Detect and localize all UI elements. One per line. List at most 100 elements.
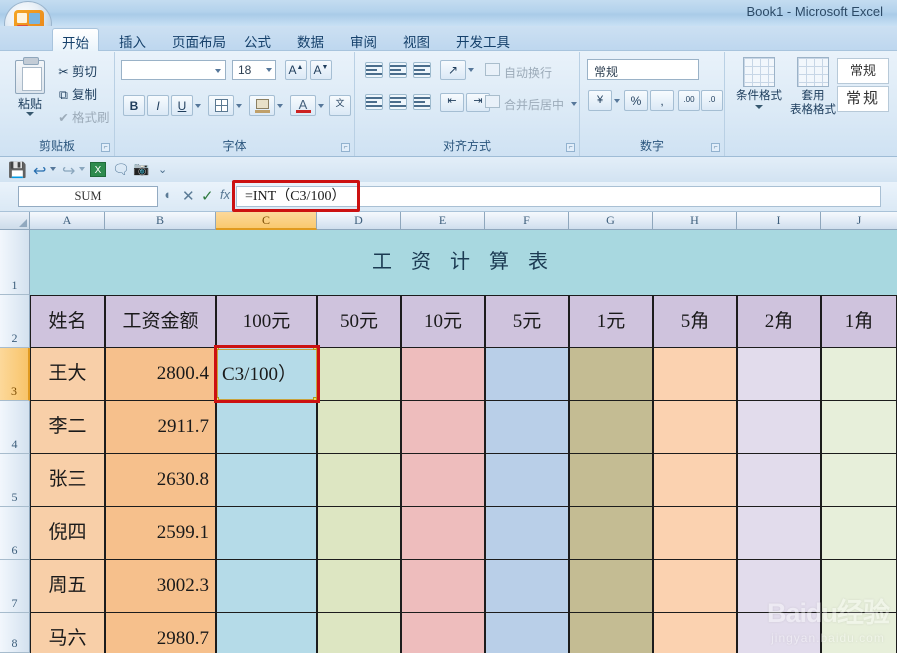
cell-D3[interactable] — [317, 348, 401, 401]
column-header-B[interactable]: B — [105, 212, 216, 230]
column-header-G[interactable]: G — [569, 212, 653, 230]
number-dialog-launcher[interactable]: ⌐ — [711, 143, 720, 152]
cancel-formula-button[interactable]: ✕ — [182, 187, 195, 205]
row-header-2[interactable]: 2 — [0, 295, 30, 348]
row-header-3[interactable]: 3 — [0, 348, 30, 401]
cell-G3[interactable] — [569, 348, 653, 401]
cell-I6[interactable] — [737, 507, 821, 560]
cell-H8[interactable] — [653, 613, 737, 653]
cell-J2-header[interactable]: 1角 — [821, 295, 897, 348]
cell-I7[interactable] — [737, 560, 821, 613]
cut-button[interactable]: ✂ 剪切 — [55, 61, 97, 80]
cell-J5[interactable] — [821, 454, 897, 507]
column-header-C[interactable]: C — [216, 212, 317, 230]
copy-button[interactable]: ⧉ 复制 — [55, 84, 97, 103]
cell-F8[interactable] — [485, 613, 569, 653]
cell-B2-header[interactable]: 工资金额 — [105, 295, 216, 348]
cell-A4[interactable]: 李二 — [30, 401, 105, 454]
cell-I3[interactable] — [737, 348, 821, 401]
tab-formulas[interactable]: 公式 — [235, 28, 280, 51]
row-header-1[interactable]: 1 — [0, 230, 30, 295]
align-top-button[interactable] — [365, 62, 383, 78]
alignment-dialog-launcher[interactable]: ⌐ — [566, 143, 575, 152]
cell-J6[interactable] — [821, 507, 897, 560]
cell-title-merged[interactable]: 工 资 计 算 表 — [30, 230, 897, 295]
cell-E3[interactable] — [401, 348, 485, 401]
comma-style-button[interactable]: , — [650, 90, 674, 111]
cell-H7[interactable] — [653, 560, 737, 613]
cell-F7[interactable] — [485, 560, 569, 613]
cell-E4[interactable] — [401, 401, 485, 454]
align-bottom-button[interactable] — [413, 62, 431, 78]
borders-button[interactable] — [208, 95, 234, 116]
wrap-text-button[interactable]: 自动换行 — [504, 64, 552, 81]
name-box[interactable]: SUM — [18, 186, 158, 207]
cell-B3[interactable]: 2800.4 — [105, 348, 216, 401]
cell-A5[interactable]: 张三 — [30, 454, 105, 507]
tab-page-layout[interactable]: 页面布局 — [163, 28, 235, 51]
column-header-H[interactable]: H — [653, 212, 737, 230]
cell-B6[interactable]: 2599.1 — [105, 507, 216, 560]
cell-H4[interactable] — [653, 401, 737, 454]
shrink-font-button[interactable]: A▼ — [310, 60, 332, 80]
row-header-7[interactable]: 7 — [0, 560, 30, 613]
cell-A6[interactable]: 倪四 — [30, 507, 105, 560]
excel-icon[interactable]: X — [90, 162, 106, 177]
cell-F4[interactable] — [485, 401, 569, 454]
number-format-combo[interactable]: 常规 — [587, 59, 699, 80]
align-center-button[interactable] — [389, 94, 407, 110]
comment-icon[interactable]: 🗨 — [112, 161, 130, 178]
cell-I5[interactable] — [737, 454, 821, 507]
tab-view[interactable]: 视图 — [394, 28, 439, 51]
cell-D7[interactable] — [317, 560, 401, 613]
cell-style-normal-2[interactable]: 常规 — [837, 86, 889, 112]
column-header-I[interactable]: I — [737, 212, 821, 230]
cell-C7[interactable] — [216, 560, 317, 613]
cell-G6[interactable] — [569, 507, 653, 560]
cell-A3[interactable]: 王大 — [30, 348, 105, 401]
cell-D5[interactable] — [317, 454, 401, 507]
cell-D6[interactable] — [317, 507, 401, 560]
conditional-formatting-button[interactable]: 条件格式 — [733, 57, 785, 109]
cell-E6[interactable] — [401, 507, 485, 560]
undo-icon[interactable]: ↩ — [33, 161, 46, 181]
select-all-corner[interactable] — [0, 212, 30, 230]
clipboard-dialog-launcher[interactable]: ⌐ — [101, 143, 110, 152]
redo-icon[interactable]: ↪ — [62, 161, 75, 181]
orientation-button[interactable]: ↗ — [440, 60, 466, 80]
format-painter-button[interactable]: ✔ 格式刷 — [55, 107, 109, 126]
row-header-4[interactable]: 4 — [0, 401, 30, 454]
paste-button[interactable]: 粘贴 — [7, 57, 53, 130]
cell-G5[interactable] — [569, 454, 653, 507]
tab-insert[interactable]: 插入 — [110, 28, 155, 51]
insert-function-button[interactable]: fx — [220, 187, 230, 202]
save-icon[interactable]: 💾 — [8, 161, 27, 179]
align-middle-button[interactable] — [389, 62, 407, 78]
column-header-D[interactable]: D — [317, 212, 401, 230]
increase-decimal-button[interactable]: .00 — [678, 90, 700, 111]
cell-J4[interactable] — [821, 401, 897, 454]
cell-I2-header[interactable]: 2角 — [737, 295, 821, 348]
cell-B8[interactable]: 2980.7 — [105, 613, 216, 653]
cell-C5[interactable] — [216, 454, 317, 507]
tab-developer[interactable]: 开发工具 — [447, 28, 519, 51]
cell-D8[interactable] — [317, 613, 401, 653]
cell-B7[interactable]: 3002.3 — [105, 560, 216, 613]
accounting-format-button[interactable]: ¥ — [588, 90, 612, 111]
column-header-E[interactable]: E — [401, 212, 485, 230]
cell-style-normal-1[interactable]: 常规 — [837, 58, 889, 84]
cell-H2-header[interactable]: 5角 — [653, 295, 737, 348]
cell-H5[interactable] — [653, 454, 737, 507]
tab-data[interactable]: 数据 — [288, 28, 333, 51]
cell-B4[interactable]: 2911.7 — [105, 401, 216, 454]
font-name-combo[interactable] — [121, 60, 226, 80]
cell-D2-header[interactable]: 50元 — [317, 295, 401, 348]
align-left-button[interactable] — [365, 94, 383, 110]
cell-J8[interactable] — [821, 613, 897, 653]
cell-C6[interactable] — [216, 507, 317, 560]
column-header-J[interactable]: J — [821, 212, 897, 230]
decrease-indent-button[interactable]: ⇤ — [440, 93, 464, 112]
cell-A7[interactable]: 周五 — [30, 560, 105, 613]
percent-style-button[interactable]: % — [624, 90, 648, 111]
formula-input[interactable]: =INT（C3/100） — [236, 186, 881, 207]
